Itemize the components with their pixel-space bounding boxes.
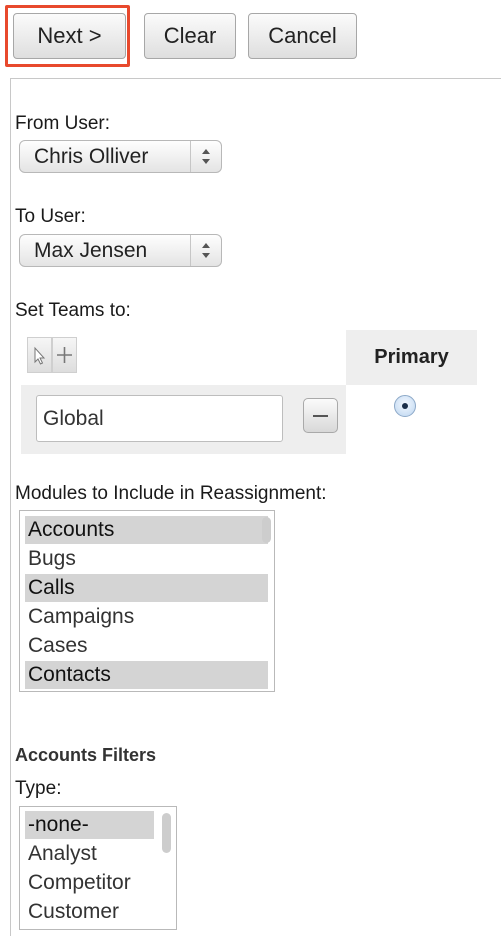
- select-arrows-icon: [190, 235, 221, 266]
- modules-listbox[interactable]: Accounts Bugs Calls Campaigns Cases Cont…: [19, 510, 275, 692]
- primary-team-radio[interactable]: [394, 395, 416, 417]
- plus-icon: [57, 347, 72, 363]
- modules-label: Modules to Include in Reassignment:: [15, 483, 327, 504]
- to-user-select[interactable]: Max Jensen: [19, 234, 222, 267]
- panel-top-border: [10, 78, 501, 79]
- to-user-label: To User:: [15, 206, 86, 227]
- to-user-value: Max Jensen: [34, 239, 148, 262]
- type-label: Type:: [15, 778, 62, 799]
- account-type-listbox[interactable]: -none- Analyst Competitor Customer: [19, 806, 177, 930]
- remove-team-button[interactable]: [303, 398, 338, 433]
- next-button[interactable]: Next >: [13, 13, 126, 59]
- module-option-bugs[interactable]: Bugs: [25, 545, 268, 573]
- module-option-calls[interactable]: Calls: [25, 574, 268, 602]
- cancel-button[interactable]: Cancel: [248, 13, 357, 59]
- add-team-button[interactable]: [52, 337, 77, 373]
- accounts-filters-heading: Accounts Filters: [15, 745, 157, 765]
- clear-button[interactable]: Clear: [144, 13, 236, 59]
- team-name-input[interactable]: Global: [36, 395, 283, 442]
- from-user-select[interactable]: Chris Olliver: [19, 140, 222, 173]
- module-option-accounts[interactable]: Accounts: [25, 516, 268, 544]
- type-option-analyst[interactable]: Analyst: [25, 840, 154, 868]
- module-option-cases[interactable]: Cases: [25, 632, 268, 660]
- type-option-none[interactable]: -none-: [25, 811, 154, 839]
- reassign-records-page: Next > Clear Cancel From User: Chris Oll…: [0, 0, 501, 936]
- type-option-customer[interactable]: Customer: [25, 898, 154, 926]
- type-option-competitor[interactable]: Competitor: [25, 869, 154, 897]
- cursor-arrow-icon: [34, 346, 46, 365]
- select-arrows-icon: [190, 141, 221, 172]
- from-user-value: Chris Olliver: [34, 145, 149, 168]
- module-option-contacts[interactable]: Contacts: [25, 661, 268, 689]
- panel-left-border: [10, 78, 11, 936]
- type-scrollbar[interactable]: [162, 813, 171, 853]
- select-team-button[interactable]: [27, 337, 52, 373]
- from-user-label: From User:: [15, 113, 110, 134]
- module-option-campaigns[interactable]: Campaigns: [25, 603, 268, 631]
- primary-column-header: Primary: [346, 330, 477, 385]
- set-teams-label: Set Teams to:: [15, 300, 131, 321]
- modules-scrollbar[interactable]: [262, 517, 271, 543]
